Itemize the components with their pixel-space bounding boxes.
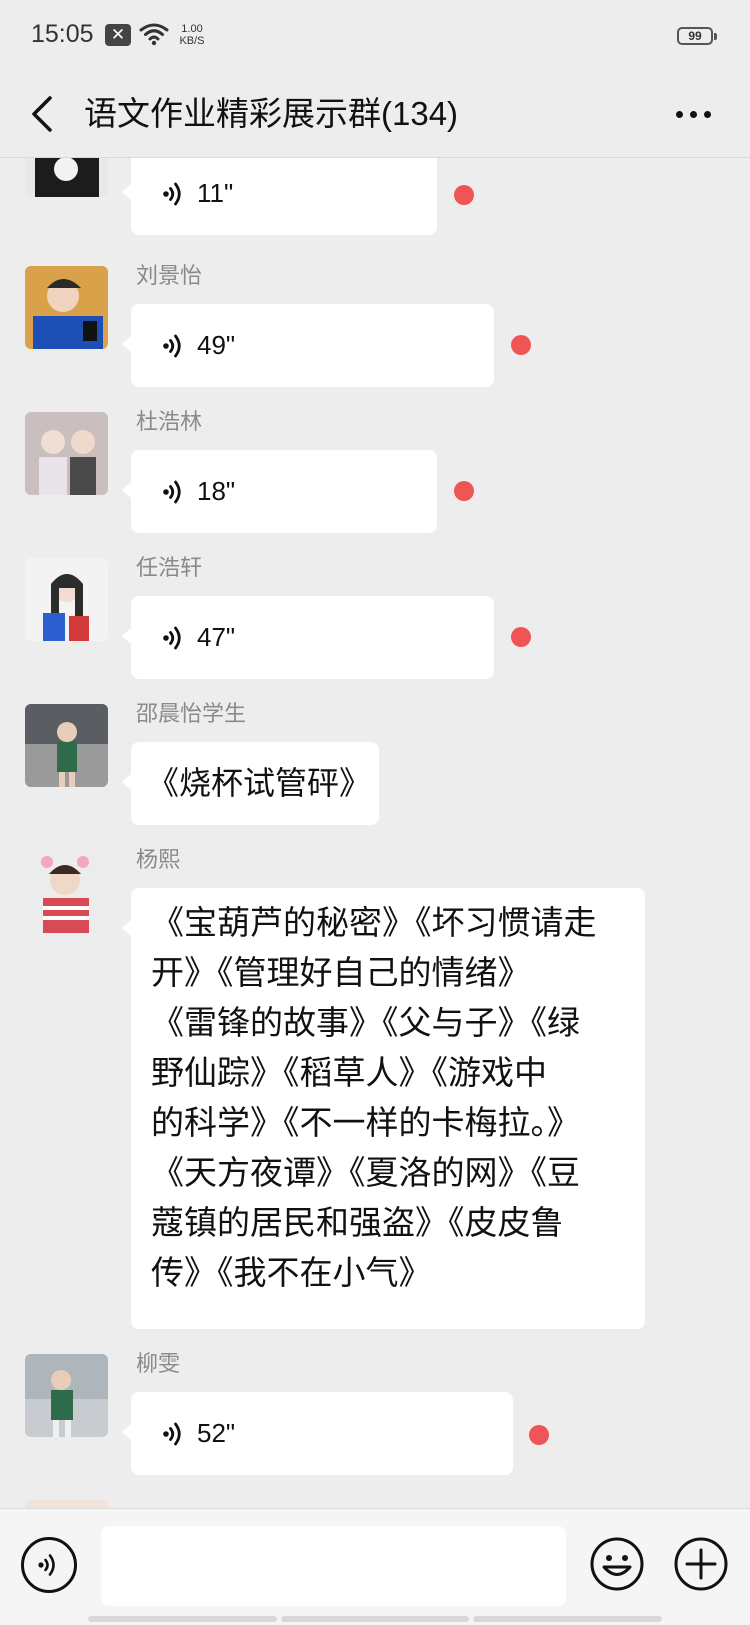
chat-header: 语文作业精彩展示群(134) — [0, 70, 750, 158]
net-speed-unit: KB/S — [179, 35, 205, 47]
navigation-indicator — [88, 1616, 663, 1622]
nav-segment — [473, 1616, 663, 1622]
more-functions-button[interactable] — [673, 1536, 729, 1592]
voice-duration: 11" — [197, 178, 234, 208]
status-bar: 15:05 ✕ 1.00 KB/S 99 — [0, 0, 750, 70]
message-text-line: 野仙踪》《稻草人》《游戏中 — [151, 1053, 547, 1092]
avatar[interactable] — [25, 558, 108, 641]
message-text-line: 《宝葫芦的秘密》《坏习惯请走 — [151, 903, 597, 942]
text-message-bubble[interactable]: 《烧杯试管砰》 — [122, 742, 379, 825]
page-title: 语文作业精彩展示群(134) — [84, 95, 459, 132]
unread-dot — [511, 335, 531, 355]
avatar[interactable] — [25, 850, 108, 933]
net-speed-value: 1.00 — [181, 23, 203, 35]
text-message-bubble[interactable]: 《宝葫芦的秘密》《坏习惯请走 开》《管理好自己的情绪》 《雷锋的故事》《父与子》… — [122, 888, 645, 1329]
plus-icon — [674, 1537, 728, 1591]
unread-dot — [529, 1425, 549, 1445]
sender-name: 杜浩林 — [136, 410, 203, 435]
sender-name: 邵晨怡学生 — [136, 702, 247, 727]
voice-playback-icon — [163, 334, 181, 357]
voice-duration: 47" — [197, 622, 236, 652]
nav-segment — [88, 1616, 277, 1622]
nav-segment — [280, 1616, 470, 1622]
net-speed: 1.00 KB/S — [177, 23, 207, 47]
unread-dot — [454, 481, 474, 501]
x-notification-icon: ✕ — [105, 24, 131, 46]
avatar[interactable] — [25, 266, 108, 349]
message-text-line: 开》《管理好自己的情绪》 — [151, 953, 531, 992]
more-dots-icon — [675, 110, 683, 118]
voice-playback-icon — [163, 626, 181, 649]
voice-playback-icon — [163, 1422, 181, 1445]
voice-input-icon — [38, 1554, 55, 1576]
more-dot — [703, 110, 711, 118]
voice-message-bubble[interactable]: 47" — [122, 596, 494, 679]
voice-duration: 52" — [197, 1418, 236, 1448]
avatar[interactable] — [25, 1354, 108, 1437]
sender-name: 杨熙 — [136, 848, 181, 873]
voice-message-bubble[interactable]: 11" — [122, 158, 437, 235]
avatar[interactable] — [25, 412, 108, 495]
more-dot — [689, 110, 697, 118]
chevron-left-icon — [32, 96, 52, 132]
message-text-line: 《雷锋的故事》《父与子》《绿 — [151, 1003, 580, 1042]
voice-duration: 18" — [197, 476, 236, 506]
message-input[interactable] — [101, 1526, 566, 1606]
chat-message-list[interactable]: 11" 刘景怡 49" 杜浩林 18" 任浩轩 47" 邵晨怡学生 《烧杯试管砰… — [0, 158, 750, 1508]
voice-message-bubble[interactable]: 18" — [122, 450, 437, 533]
unread-dot — [454, 185, 474, 205]
message-text: 《烧杯试管砰》 — [147, 764, 372, 802]
voice-duration: 49" — [197, 330, 236, 360]
message-text-line: 蔻镇的居民和强盗》《皮皮鲁 — [151, 1203, 564, 1242]
emoji-button[interactable] — [589, 1536, 645, 1592]
voice-playback-icon — [163, 480, 181, 503]
message-text-line: 《天方夜谭》《夏洛的网》《豆 — [151, 1153, 580, 1192]
message-text-line: 传》《我不在小气》 — [151, 1253, 432, 1292]
voice-playback-icon — [163, 182, 181, 205]
voice-message-bubble[interactable]: 49" — [122, 304, 494, 387]
battery-level: 99 — [688, 29, 702, 43]
avatar[interactable] — [25, 704, 108, 787]
emoji-icon — [590, 1537, 644, 1591]
more-button[interactable] — [668, 88, 718, 140]
battery-icon: 99 — [677, 27, 717, 45]
sender-name: 柳雯 — [136, 1352, 181, 1377]
voice-input-button[interactable] — [21, 1537, 77, 1593]
sender-name: 任浩轩 — [136, 556, 203, 581]
unread-dot — [511, 627, 531, 647]
back-button[interactable] — [22, 88, 72, 140]
avatar[interactable] — [25, 1500, 108, 1508]
status-time: 15:05 — [31, 20, 94, 48]
voice-message-bubble[interactable]: 52" — [122, 1392, 513, 1475]
message-text-line: 的科学》《不一样的卡梅拉。》 — [151, 1103, 580, 1142]
avatar[interactable] — [25, 158, 108, 197]
input-toolbar — [0, 1508, 750, 1625]
wifi-icon — [139, 23, 169, 46]
sender-name: 刘景怡 — [136, 264, 203, 289]
